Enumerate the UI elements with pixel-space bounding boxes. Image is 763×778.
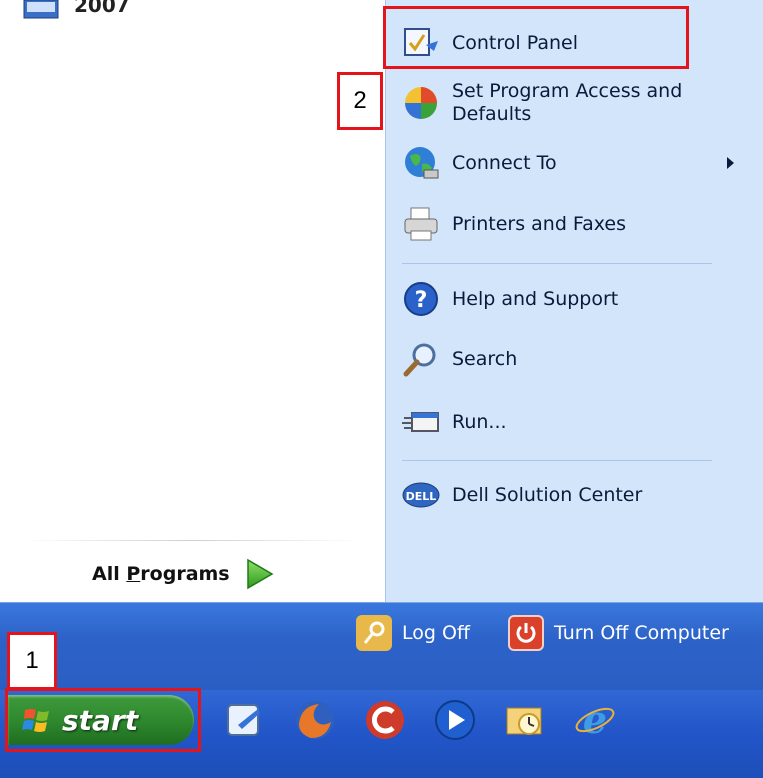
internet-explorer-icon[interactable]: e — [570, 695, 620, 745]
menu-item-label: Search — [452, 347, 518, 370]
start-menu-right-pane: Control Panel Set Program Access and Def… — [385, 0, 763, 602]
left-pane-divider — [22, 540, 362, 541]
taskbar: start e — [0, 690, 763, 778]
windows-logo-icon — [22, 709, 49, 732]
help-icon: ? — [400, 278, 442, 320]
power-icon — [508, 615, 544, 651]
control-panel-icon — [400, 22, 442, 64]
menu-item-label: Set Program Access and Defaults — [452, 80, 683, 125]
all-programs-button[interactable]: All Programs — [92, 550, 276, 598]
svg-text:DELL: DELL — [406, 490, 437, 503]
svg-text:e: e — [583, 698, 607, 742]
menu-item-program-access[interactable]: Set Program Access and Defaults — [400, 80, 748, 126]
search-icon — [400, 338, 442, 380]
program-icon — [23, 0, 59, 19]
pinned-program-item[interactable]: 2007 — [22, 0, 130, 22]
right-pane-divider — [402, 263, 712, 264]
start-menu-footer: Log Off Turn Off Computer — [0, 602, 763, 690]
svg-text:?: ? — [415, 288, 428, 313]
menu-item-label: Dell Solution Center — [452, 483, 643, 506]
start-label: start — [62, 703, 139, 737]
log-off-button[interactable]: Log Off — [356, 615, 470, 651]
menu-item-label: Connect To — [452, 151, 557, 174]
turn-off-label: Turn Off Computer — [554, 622, 729, 644]
pinned-program-label: 2007 — [74, 0, 130, 17]
dell-icon: DELL — [400, 474, 442, 516]
media-player-icon[interactable] — [430, 695, 480, 745]
menu-item-label: Printers and Faxes — [452, 212, 627, 235]
menu-item-label: Control Panel — [452, 31, 578, 54]
menu-item-label: Run... — [452, 410, 507, 433]
menu-item-search[interactable]: Search — [400, 338, 748, 380]
menu-item-help-support[interactable]: ? Help and Support — [400, 278, 748, 320]
menu-item-connect-to[interactable]: Connect To — [400, 142, 748, 184]
green-arrow-icon — [246, 558, 274, 590]
show-desktop-icon[interactable] — [220, 695, 270, 745]
menu-item-dell-solution-center[interactable]: DELL Dell Solution Center — [400, 474, 748, 516]
start-button[interactable]: start — [8, 695, 194, 745]
printer-icon — [400, 203, 442, 245]
connect-to-icon — [400, 142, 442, 184]
run-icon — [400, 401, 442, 443]
all-programs-label: All Programs — [92, 563, 230, 585]
quick-launch-bar: e — [220, 695, 620, 745]
key-icon — [356, 615, 392, 651]
program-access-icon — [400, 82, 442, 124]
menu-item-label: Help and Support — [452, 287, 619, 310]
menu-item-run[interactable]: Run... — [400, 401, 748, 443]
start-menu-left-pane: 2007 All Programs — [0, 0, 385, 602]
turn-off-computer-button[interactable]: Turn Off Computer — [508, 615, 729, 651]
ccleaner-icon[interactable] — [360, 695, 410, 745]
firefox-icon[interactable] — [290, 695, 340, 745]
right-pane-divider — [402, 460, 712, 461]
log-off-label: Log Off — [402, 622, 471, 644]
submenu-arrow-icon — [727, 157, 734, 169]
menu-item-printers-faxes[interactable]: Printers and Faxes — [400, 203, 748, 245]
menu-item-control-panel[interactable]: Control Panel — [400, 22, 748, 64]
annotation-label-1: 1 — [7, 632, 57, 690]
outlook-icon[interactable] — [500, 695, 550, 745]
annotation-label-2: 2 — [337, 72, 383, 130]
